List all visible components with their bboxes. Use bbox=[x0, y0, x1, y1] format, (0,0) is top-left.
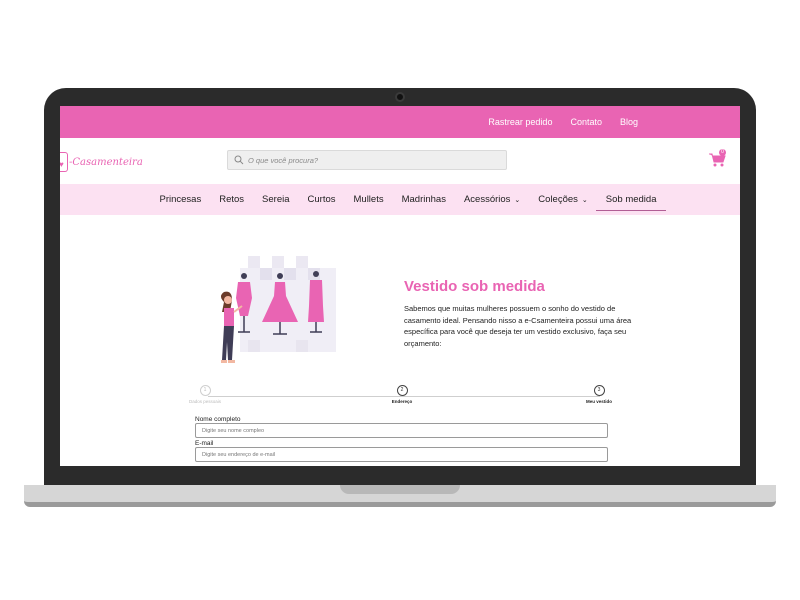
step-number: 3 bbox=[593, 385, 605, 396]
step-number: 2 bbox=[396, 385, 408, 396]
step-my-dress[interactable]: 3 Meu vestido bbox=[579, 385, 619, 404]
email-label: E-mail bbox=[195, 440, 214, 447]
track-order-link[interactable]: Rastrear pedido bbox=[488, 117, 552, 127]
nav-item-colecoes[interactable]: Coleções ⌄ bbox=[538, 194, 587, 205]
nav-item-label: Coleções bbox=[538, 194, 578, 205]
nav-item-princesas[interactable]: Princesas bbox=[160, 194, 202, 205]
site-header: ♥ -Casamenteira 0 bbox=[60, 138, 740, 184]
chevron-down-icon: ⌄ bbox=[514, 197, 521, 204]
nav-item-acessorios[interactable]: Acessórios ⌄ bbox=[464, 194, 520, 205]
full-name-field[interactable] bbox=[195, 423, 608, 438]
blog-link[interactable]: Blog bbox=[620, 117, 638, 127]
logo-text: -Casamenteira bbox=[69, 157, 143, 168]
intro-text: Sabemos que muitas mulheres possuem o so… bbox=[404, 304, 632, 348]
top-bar: Rastrear pedido Contato Blog bbox=[60, 106, 740, 138]
site-logo[interactable]: ♥ -Casamenteira bbox=[60, 144, 156, 180]
cart-count-badge: 0 bbox=[719, 149, 726, 156]
search-icon bbox=[234, 155, 244, 165]
nav-item-retos[interactable]: Retos bbox=[219, 194, 244, 205]
email-field[interactable] bbox=[195, 447, 608, 462]
step-address[interactable]: 2 Endereço bbox=[382, 385, 422, 404]
nav-item-madrinhas[interactable]: Madrinhas bbox=[402, 194, 446, 205]
contact-link[interactable]: Contato bbox=[570, 117, 602, 127]
webcam bbox=[395, 92, 405, 102]
step-label: Dados pessoais bbox=[188, 399, 222, 404]
step-personal-data[interactable]: 1 Dados pessoais bbox=[185, 385, 225, 404]
main-nav: Princesas Retos Sereia Curtos Mullets Ma… bbox=[60, 184, 740, 215]
laptop-notch bbox=[340, 485, 460, 494]
laptop-screen: Rastrear pedido Contato Blog ♥ -Casament… bbox=[60, 106, 740, 466]
step-number: 1 bbox=[199, 385, 211, 396]
chevron-down-icon: ⌄ bbox=[581, 197, 588, 204]
nav-item-curtos[interactable]: Curtos bbox=[308, 194, 336, 205]
search-bar[interactable] bbox=[227, 150, 507, 170]
nav-item-sereia[interactable]: Sereia bbox=[262, 194, 289, 205]
nav-item-mullets[interactable]: Mullets bbox=[354, 194, 384, 205]
full-name-label: Nome completo bbox=[195, 416, 241, 423]
search-input[interactable] bbox=[248, 155, 498, 165]
dress-shop-illustration bbox=[221, 256, 336, 363]
nav-item-sob-medida[interactable]: Sob medida bbox=[595, 194, 667, 211]
heart-icon: ♥ bbox=[60, 160, 64, 169]
step-label: Meu vestido bbox=[585, 399, 612, 404]
nav-item-label: Acessórios bbox=[463, 194, 511, 205]
page-title: Vestido sob medida bbox=[404, 278, 545, 295]
step-label: Endereço bbox=[391, 399, 413, 404]
